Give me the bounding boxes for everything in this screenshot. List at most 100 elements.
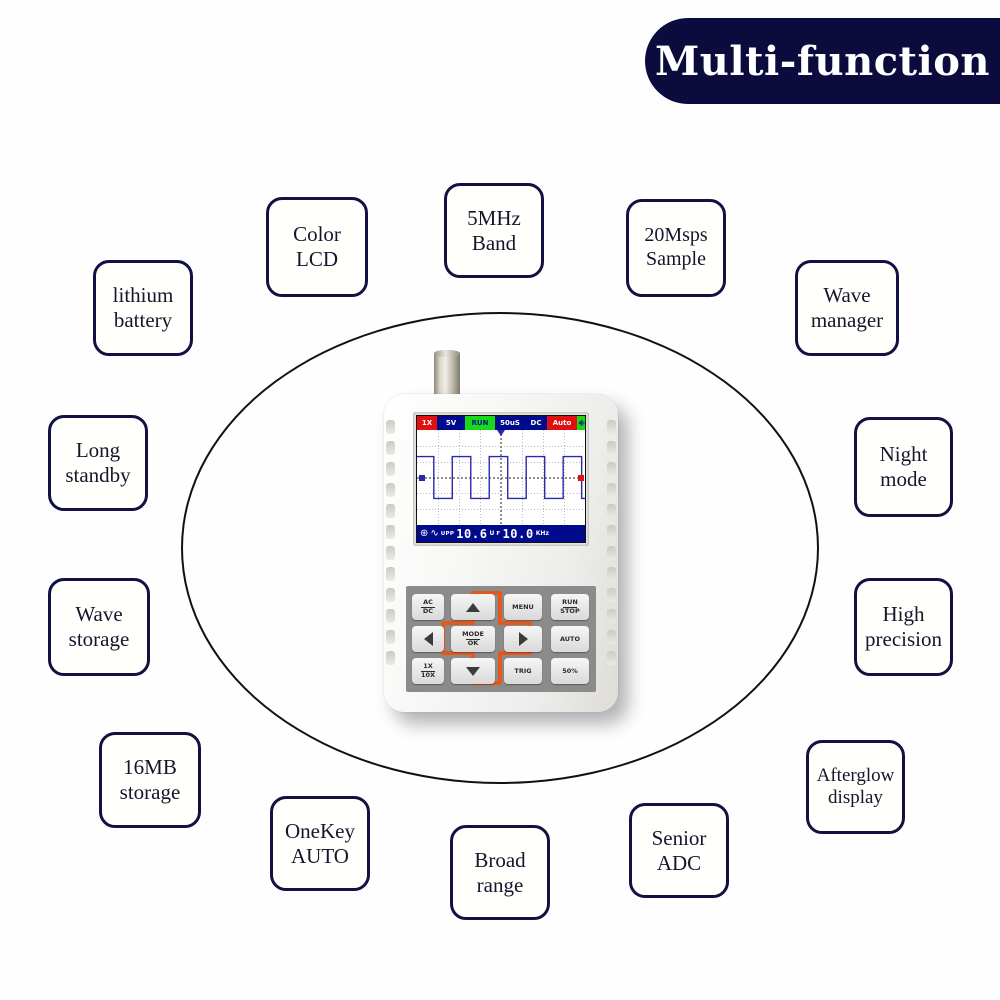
status-run-state[interactable]: RUN: [465, 416, 495, 430]
arrow-down-icon: [466, 666, 480, 676]
grip-notch: [607, 630, 616, 644]
screen-measurement-bar: ⊕ ∿ UPP 10.6 U F 10.0 KHz: [417, 525, 585, 542]
button-label: 1X 10X: [420, 662, 436, 679]
grip-notch: [386, 567, 395, 581]
trigger-position-marker[interactable]: [497, 430, 505, 436]
keypad-panel: AC DC MENU RUN STOP MODE OK AUTO 1X 10X TRIG 50%: [406, 586, 596, 692]
grip-notch: [386, 609, 395, 623]
grip-notch: [607, 525, 616, 539]
status-trigger-mode[interactable]: Auto: [547, 416, 577, 430]
feature-pill-16mb-storage: 16MB storage: [99, 732, 201, 828]
button-right[interactable]: [504, 626, 542, 652]
feature-pill-wave-manager: Wave manager: [795, 260, 899, 356]
feature-pill-label: Night mode: [879, 442, 928, 491]
feature-pill-label: lithium battery: [112, 283, 174, 332]
grip-notch: [607, 567, 616, 581]
grip-notch: [386, 462, 395, 476]
feature-pill-long-standby: Long standby: [48, 415, 148, 511]
vpp-label: UPP: [440, 530, 455, 537]
banner-multi-function: Multi-function: [645, 18, 1000, 104]
crosshair-icon: ⊕: [420, 527, 429, 539]
feature-pill-afterglow-display: Afterglow display: [806, 740, 905, 834]
button-down[interactable]: [451, 658, 495, 684]
trigger-level-marker[interactable]: [578, 474, 584, 481]
button-label: MODE OK: [462, 630, 484, 647]
grip-notch: [386, 483, 395, 497]
feature-pill-5mhz-band: 5MHz Band: [444, 183, 544, 278]
feature-pill-broad-range: Broad range: [450, 825, 550, 920]
freq-value: 10.0: [502, 526, 534, 541]
feature-pill-label: 5MHz Band: [467, 205, 521, 255]
vpp-unit: U: [489, 530, 495, 537]
feature-pill-lithium-battery: lithium battery: [93, 260, 193, 356]
lcd-screen: 1X 5V RUN 50uS DC Auto ⎆ ⊕ ∿ UPP 10.6 U …: [416, 415, 586, 543]
feature-pill-label: Wave manager: [810, 283, 884, 332]
feature-pill-label: Broad range: [474, 847, 526, 897]
grip-notch: [386, 420, 395, 434]
grip-notch: [607, 588, 616, 602]
status-probe[interactable]: 1X: [417, 416, 437, 430]
grip-notch: [386, 630, 395, 644]
button-menu[interactable]: MENU: [504, 594, 542, 620]
feature-pill-color-lcd: Color LCD: [266, 197, 368, 297]
screen-status-bar: 1X 5V RUN 50uS DC Auto ⎆: [417, 416, 585, 430]
button-label: TRIG: [514, 666, 532, 675]
freq-unit: KHz: [535, 530, 549, 537]
button-label: MENU: [512, 602, 534, 611]
freq-label: F: [496, 530, 501, 537]
button-1x-10x[interactable]: 1X 10X: [412, 658, 444, 684]
vpp-value: 10.6: [456, 526, 488, 541]
grip-notch: [607, 441, 616, 455]
button-up[interactable]: [451, 594, 495, 620]
grip-notch: [607, 483, 616, 497]
waveform-grid-area: [417, 430, 585, 525]
channel-ground-marker[interactable]: [419, 474, 425, 481]
status-volts-div[interactable]: 5V: [437, 416, 465, 430]
grip-notches-right: [607, 420, 616, 670]
grip-notch: [386, 546, 395, 560]
feature-pill-wave-storage: Wave storage: [48, 578, 150, 676]
feature-pill-label: OneKey AUTO: [285, 818, 355, 868]
feature-pill-high-precision: High precision: [854, 578, 953, 676]
infographic-canvas: Multi-function lithium battery Color LCD 5MH…: [0, 0, 1000, 1000]
button-trig[interactable]: TRIG: [504, 658, 542, 684]
grip-notch: [386, 588, 395, 602]
bnc-connector-top: [434, 350, 460, 357]
button-run-stop[interactable]: RUN STOP: [551, 594, 589, 620]
grip-notch: [386, 651, 395, 665]
feature-pill-label: Wave storage: [68, 602, 130, 651]
button-label: RUN STOP: [560, 598, 580, 615]
grip-notch: [607, 420, 616, 434]
banner-title: Multi-function: [655, 37, 990, 85]
grip-notch: [607, 462, 616, 476]
arrow-right-icon: [518, 632, 528, 646]
button-auto[interactable]: AUTO: [551, 626, 589, 652]
arrow-up-icon: [466, 602, 480, 612]
grip-notch: [607, 504, 616, 518]
feature-pill-20msps-sample: 20Msps Sample: [626, 199, 726, 297]
button-50pct[interactable]: 50%: [551, 658, 589, 684]
feature-pill-onekey-auto: OneKey AUTO: [270, 796, 370, 891]
feature-pill-label: High precision: [865, 602, 942, 651]
grip-notch: [607, 651, 616, 665]
feature-pill-label: Afterglow display: [816, 764, 895, 808]
feature-pill-label: 16MB storage: [119, 755, 181, 804]
grip-notch: [386, 504, 395, 518]
button-left[interactable]: [412, 626, 444, 652]
waveform-trace: [417, 430, 585, 525]
grip-notch: [386, 441, 395, 455]
button-label: AUTO: [559, 634, 581, 643]
feature-pill-label: 20Msps Sample: [644, 224, 708, 270]
status-coupling[interactable]: DC: [525, 416, 547, 430]
bnc-connector: [434, 352, 460, 400]
feature-pill-label: Color LCD: [293, 222, 341, 271]
square-wave-icon: ∿: [430, 527, 439, 539]
battery-icon: ⎆: [577, 416, 585, 430]
status-time-div[interactable]: 50uS: [495, 416, 525, 430]
screen-bezel: 1X 5V RUN 50uS DC Auto ⎆ ⊕ ∿ UPP 10.6 U …: [413, 412, 589, 546]
button-label: AC DC: [421, 598, 435, 615]
grip-notch: [607, 609, 616, 623]
button-mode-ok[interactable]: MODE OK: [451, 626, 495, 652]
button-label: 50%: [562, 666, 578, 675]
button-ac-dc[interactable]: AC DC: [412, 594, 444, 620]
